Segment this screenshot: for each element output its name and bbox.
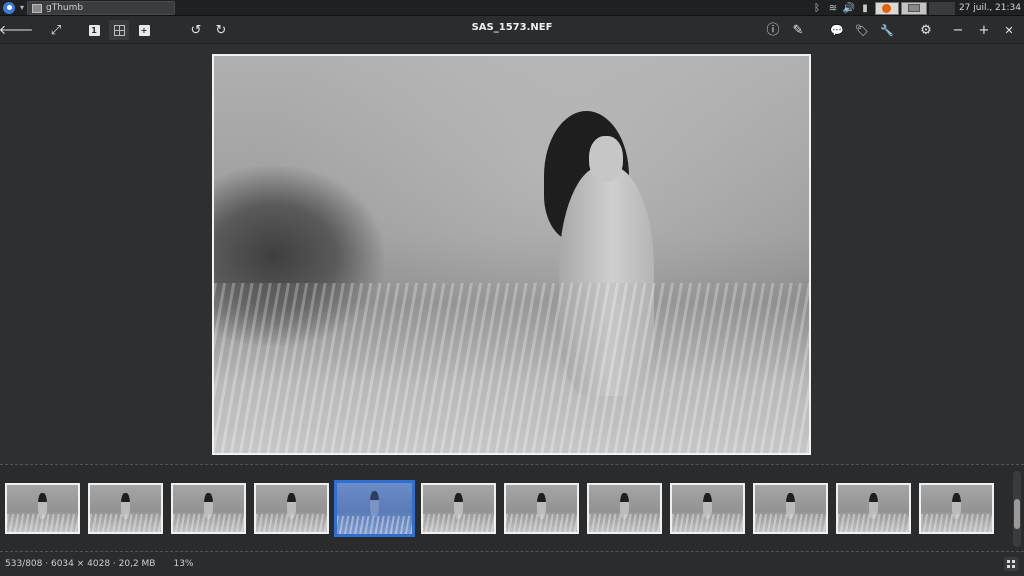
back-arrow-icon[interactable]: 🡐 [0, 20, 33, 40]
main-photo[interactable] [212, 54, 811, 455]
zoom-level: 13% [173, 559, 194, 569]
gthumb-icon[interactable] [900, 1, 927, 15]
firefox-icon[interactable] [874, 1, 899, 15]
thumbnail[interactable] [171, 483, 246, 534]
image-viewer[interactable] [0, 45, 1024, 464]
status-bar: 533/808 · 6034 × 4028 · 20,2 MB 13% [0, 552, 1024, 576]
battery-icon[interactable]: ▮ [857, 3, 873, 14]
thumbnail[interactable] [670, 483, 745, 534]
taskbar-window-label: gThumb [46, 3, 84, 13]
thumbnails-toggle-icon[interactable] [1004, 557, 1018, 571]
clock[interactable]: 27 juil., 21:34 [959, 3, 1021, 13]
taskbar-window-button[interactable]: gThumb [27, 1, 175, 15]
bluetooth-icon[interactable]: ᛒ [809, 3, 825, 14]
taskbar-empty-slot [928, 1, 955, 15]
rotate-right-icon[interactable]: ↻ [211, 20, 231, 40]
photo-grass [214, 283, 809, 453]
thumbnail[interactable] [919, 483, 994, 534]
fullscreen-icon[interactable]: ⤢ [46, 20, 66, 40]
settings-icon[interactable]: ⚙ [916, 20, 936, 40]
gthumb-window-icon [32, 3, 42, 13]
thumbnail[interactable] [254, 483, 329, 534]
close-icon[interactable]: ✕ [999, 20, 1019, 40]
zoom-in-icon[interactable]: + [134, 20, 154, 40]
comment-icon[interactable]: 💬 [827, 20, 847, 40]
actual-size-glyph: 1 [88, 24, 100, 36]
thumbnail[interactable] [5, 483, 80, 534]
app-menu-icon[interactable] [3, 2, 15, 14]
thumbnail[interactable] [504, 483, 579, 534]
minimize-icon[interactable]: − [948, 20, 968, 40]
info-icon[interactable]: ⓘ [763, 20, 783, 40]
image-title: SAS_1573.NEF [471, 22, 553, 33]
zoom-glyph: + [138, 24, 150, 36]
image-info: 533/808 · 6034 × 4028 · 20,2 MB [5, 559, 156, 569]
system-tray: ᛒ ≋ 🔊 ▮ 27 juil., 21:34 [809, 0, 1024, 16]
thumbnail[interactable] [753, 483, 828, 534]
tags-icon[interactable]: 🏷 [852, 20, 872, 40]
thumbnail[interactable] [421, 483, 496, 534]
rotate-left-icon[interactable]: ↺ [186, 20, 206, 40]
scrollbar-thumb[interactable] [1014, 499, 1020, 529]
thumbnail[interactable] [88, 483, 163, 534]
system-taskbar: ▾ gThumb ᛒ ≋ 🔊 ▮ 27 juil., 21:34 [0, 0, 1024, 16]
grid-glyph [113, 24, 125, 36]
maximize-icon[interactable]: + [974, 20, 994, 40]
thumbnail-scrollbar[interactable] [1013, 471, 1021, 547]
edit-brush-icon[interactable]: ✎ [788, 20, 808, 40]
wifi-icon[interactable]: ≋ [825, 3, 841, 14]
thumbnail[interactable] [836, 483, 911, 534]
fit-grid-icon[interactable] [109, 20, 129, 40]
thumbnail-strip[interactable] [0, 464, 1024, 552]
thumbnail-selected[interactable] [334, 480, 415, 537]
thumbnail[interactable] [587, 483, 662, 534]
actual-size-icon[interactable]: 1 [84, 20, 104, 40]
volume-icon[interactable]: 🔊 [841, 3, 857, 14]
photo-figure-face [589, 136, 623, 182]
taskbar-chevron-icon[interactable]: ▾ [20, 3, 24, 12]
tools-icon[interactable]: 🔧 [877, 20, 897, 40]
grid-dots-icon [1007, 560, 1015, 568]
